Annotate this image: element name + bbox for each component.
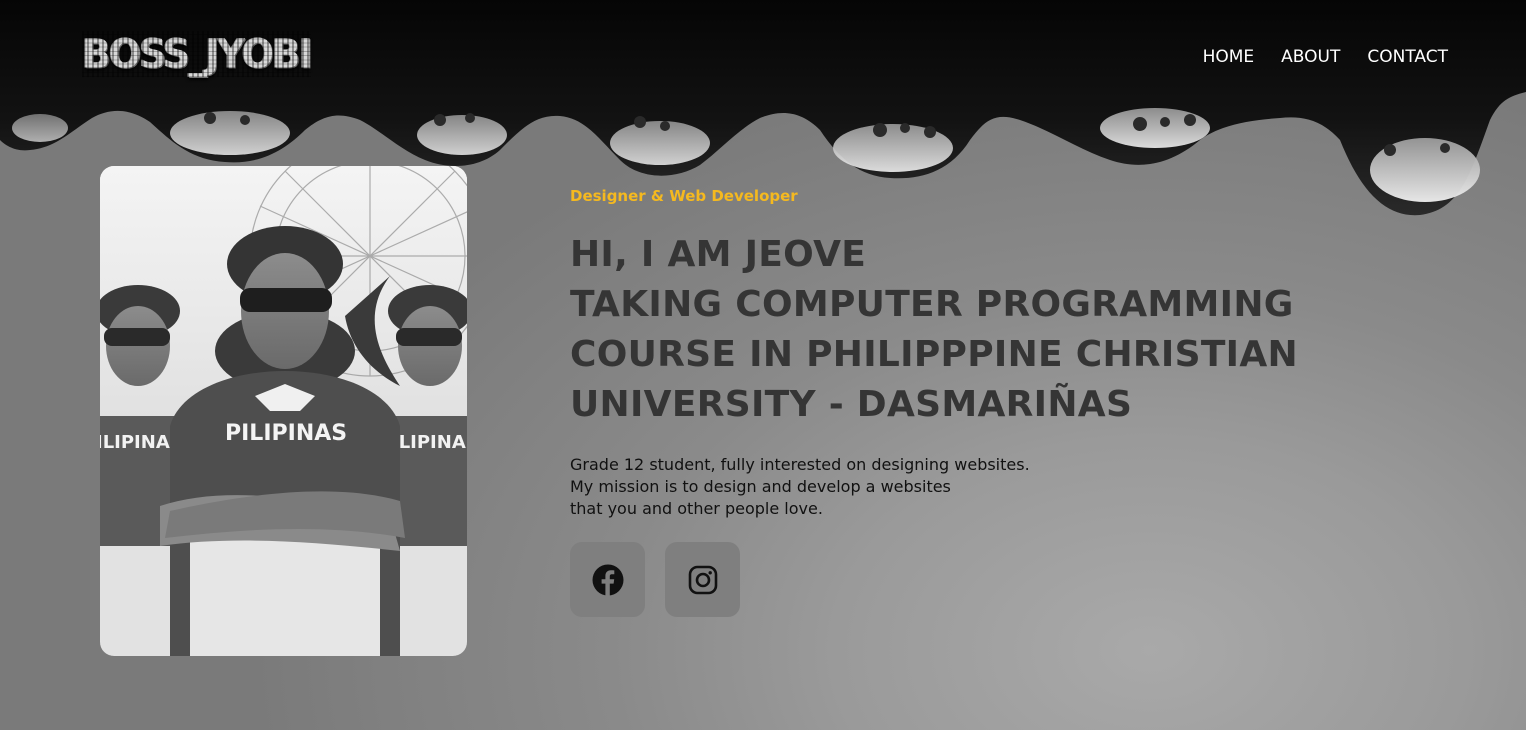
profile-photo: ILIPINAS ILIPINAS PILIPINAS xyxy=(100,166,467,656)
hero-section: Designer & Web Developer HI, I AM JEOVE … xyxy=(570,184,1298,520)
hero-heading-line: HI, I AM JEOVE xyxy=(570,234,867,275)
profile-photo-illustration: ILIPINAS ILIPINAS PILIPINAS xyxy=(100,166,467,656)
hero-heading-line: TAKING COMPUTER PROGRAMMING xyxy=(570,284,1294,325)
hero-heading-line: COURSE IN PHILIPPPINE CHRISTIAN xyxy=(570,334,1298,375)
instagram-icon xyxy=(688,565,717,594)
hero-description: Grade 12 student, fully interested on de… xyxy=(570,454,1270,520)
nav-links: HOME ABOUT CONTACT xyxy=(1203,45,1448,69)
brand-logo[interactable]: BOSS_JYOBI xyxy=(82,30,313,78)
instagram-button[interactable] xyxy=(665,542,740,617)
jersey-text: PILIPINAS xyxy=(225,421,347,446)
facebook-button[interactable] xyxy=(570,542,645,617)
navbar: BOSS_JYOBI HOME ABOUT CONTACT xyxy=(0,0,1526,110)
hero-heading-line: UNIVERSITY - DASMARIÑAS xyxy=(570,384,1133,425)
nav-home-link[interactable]: HOME xyxy=(1203,45,1255,69)
facebook-icon xyxy=(592,564,623,595)
nav-contact-link[interactable]: CONTACT xyxy=(1367,45,1448,69)
social-links xyxy=(570,542,740,617)
hero-description-line: that you and other people love. xyxy=(570,499,823,518)
svg-text:ILIPINAS: ILIPINAS xyxy=(392,432,467,453)
hero-description-line: Grade 12 student, fully interested on de… xyxy=(570,455,1030,474)
nav-about-link[interactable]: ABOUT xyxy=(1281,45,1340,69)
hero-description-line: My mission is to design and develop a we… xyxy=(570,477,951,496)
hero-role: Designer & Web Developer xyxy=(570,187,798,205)
hero-heading: HI, I AM JEOVE TAKING COMPUTER PROGRAMMI… xyxy=(570,230,1298,430)
